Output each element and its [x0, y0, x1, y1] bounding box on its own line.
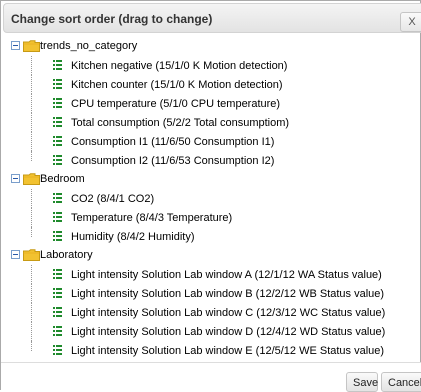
tree-item-label: Total consumption (5/2/2 Total consumpti… — [71, 117, 290, 129]
tree-connector — [31, 208, 32, 227]
tree-item-label: CPU temperature (5/1/0 CPU temperature) — [71, 98, 281, 110]
tree-item-row[interactable]: Total consumption (5/2/2 Total consumpti… — [7, 113, 420, 132]
tree-connector — [31, 265, 32, 284]
tree-connector — [31, 75, 32, 94]
tree-connector — [31, 151, 32, 161]
tree-item-row[interactable]: CPU temperature (5/1/0 CPU temperature) — [7, 94, 420, 113]
tree-connector — [31, 227, 32, 237]
tree-item-row[interactable]: CO2 (8/4/1 CO2) — [7, 189, 420, 208]
tree-item-label: Consumption I2 (11/6/53 Consumption I2) — [71, 155, 275, 167]
tree-item-row[interactable]: Consumption I1 (11/6/50 Consumption I1) — [7, 132, 420, 151]
trend-item-icon — [53, 345, 63, 355]
tree-item-label: CO2 (8/4/1 CO2) — [71, 193, 155, 205]
tree-connector — [31, 341, 32, 351]
trend-item-icon — [53, 193, 63, 203]
cancel-button[interactable]: Cancel — [381, 372, 421, 392]
tree-group-label: trends_no_category — [40, 40, 138, 52]
trend-item-icon — [53, 60, 63, 70]
tree-item-label: Kitchen counter (15/1/0 K Motion detecti… — [71, 79, 283, 91]
tree-item-label: Light intensity Solution Lab window A (1… — [71, 269, 382, 281]
tree-item-label: Consumption I1 (11/6/50 Consumption I1) — [71, 136, 275, 148]
trend-item-icon — [53, 155, 63, 165]
tree-group-label: Laboratory — [40, 249, 93, 261]
dialog-title: Change sort order (drag to change) — [11, 12, 213, 26]
tree-item-label: Light intensity Solution Lab window C (1… — [71, 307, 386, 319]
tree-item-row[interactable]: Consumption I2 (11/6/53 Consumption I2) — [7, 151, 420, 170]
collapse-minus-icon[interactable] — [11, 250, 20, 259]
tree-group-row[interactable]: trends_no_category — [7, 37, 420, 56]
tree-item-label: Light intensity Solution Lab window E (1… — [71, 345, 385, 357]
tree-item-label: Humidity (8/4/2 Humidity) — [71, 231, 195, 243]
tree-connector — [31, 132, 32, 151]
tree-item-row[interactable]: Light intensity Solution Lab window C (1… — [7, 303, 420, 322]
trend-item-icon — [53, 117, 63, 127]
tree-item-label: Light intensity Solution Lab window D (1… — [71, 326, 386, 338]
tree-connector — [31, 189, 32, 208]
trend-item-icon — [53, 307, 63, 317]
tree-connector — [31, 322, 32, 341]
trend-item-icon — [53, 269, 63, 279]
close-icon: X — [408, 16, 416, 28]
tree-group-label: Bedroom — [40, 173, 85, 185]
tree-item-row[interactable]: Light intensity Solution Lab window B (1… — [7, 284, 420, 303]
folder-icon — [23, 173, 40, 185]
tree-item-row[interactable]: Kitchen counter (15/1/0 K Motion detecti… — [7, 75, 420, 94]
tree-item-row[interactable]: Light intensity Solution Lab window E (1… — [7, 341, 420, 360]
save-button[interactable]: Save — [346, 372, 378, 392]
trend-item-icon — [53, 212, 63, 222]
collapse-minus-icon[interactable] — [11, 174, 20, 183]
tree-connector — [31, 303, 32, 322]
tree-connector — [31, 56, 32, 75]
tree-group-row[interactable]: Bedroom — [7, 170, 420, 189]
trend-item-icon — [53, 231, 63, 241]
tree-item-row[interactable]: Kitchen negative (15/1/0 K Motion detect… — [7, 56, 420, 75]
folder-icon — [23, 40, 40, 52]
tree-connector — [31, 113, 32, 132]
tree-item-label: Temperature (8/4/3 Temperature) — [71, 212, 233, 224]
collapse-minus-icon[interactable] — [11, 41, 20, 50]
tree-connector — [31, 94, 32, 113]
tree-item-row[interactable]: Humidity (8/4/2 Humidity) — [7, 227, 420, 246]
sort-order-dialog: Change sort order (drag to change) X tre… — [0, 0, 421, 392]
dialog-footer: Save Cancel — [1, 362, 421, 392]
tree-item-label: Kitchen negative (15/1/0 K Motion detect… — [71, 60, 288, 72]
tree-group-row[interactable]: Laboratory — [7, 246, 420, 265]
sort-tree: trends_no_category Kitchen negative (15/1… — [7, 37, 420, 360]
trend-item-icon — [53, 326, 63, 336]
tree-item-row[interactable]: Light intensity Solution Lab window A (1… — [7, 265, 420, 284]
tree-item-row[interactable]: Temperature (8/4/3 Temperature) — [7, 208, 420, 227]
folder-icon — [23, 249, 40, 261]
close-button[interactable]: X — [400, 12, 421, 32]
trend-item-icon — [53, 98, 63, 108]
trend-item-icon — [53, 136, 63, 146]
trend-item-icon — [53, 288, 63, 298]
tree-item-label: Light intensity Solution Lab window B (1… — [71, 288, 385, 300]
dialog-titlebar[interactable]: Change sort order (drag to change) X — [3, 3, 421, 33]
tree-connector — [31, 284, 32, 303]
tree-item-row[interactable]: Light intensity Solution Lab window D (1… — [7, 322, 420, 341]
trend-item-icon — [53, 79, 63, 89]
